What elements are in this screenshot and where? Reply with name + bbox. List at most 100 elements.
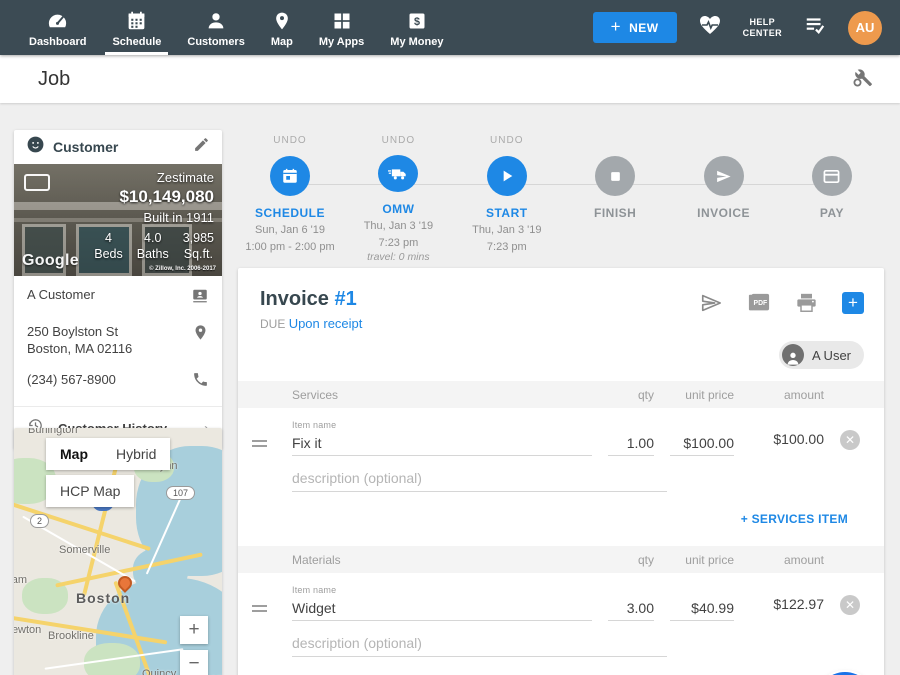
material-description-row — [238, 621, 884, 657]
customer-phone: (234) 567-8900 — [27, 371, 116, 388]
step-omw: UNDO OMW Thu, Jan 3 '19 7:23 pm travel: … — [346, 135, 450, 263]
customer-address: 250 Boylston St Boston, MA 02116 — [27, 323, 132, 357]
top-navbar: Dashboard Schedule Customers Map My Apps — [0, 0, 900, 55]
apps-grid-icon — [332, 9, 352, 33]
nav-item-dashboard[interactable]: Dashboard — [16, 0, 99, 55]
sqft-value: 3,985 — [183, 230, 214, 246]
qty-column-header: qty — [608, 553, 654, 567]
service-item-row: Item name Fix it 1.00 $100.00 $100.00 ✕ — [238, 420, 884, 456]
material-qty-field[interactable]: 3.00 — [608, 595, 654, 621]
service-qty-field[interactable]: 1.00 — [608, 430, 654, 456]
material-unit-price-field[interactable]: $40.99 — [670, 595, 734, 621]
health-heart-icon[interactable] — [697, 13, 723, 42]
dashboard-icon — [46, 9, 69, 33]
nav-item-map[interactable]: Map — [258, 0, 306, 55]
nav-item-label: Schedule — [112, 36, 161, 48]
assignee-row: A User — [238, 331, 884, 369]
map-zoom-in-button[interactable]: + — [180, 616, 208, 644]
phone-icon[interactable] — [192, 371, 209, 393]
credit-card-icon — [823, 169, 840, 184]
help-center-link[interactable]: HELP CENTER — [743, 17, 782, 39]
schedule-icon — [126, 9, 147, 33]
pdf-icon[interactable]: PDF — [747, 292, 771, 319]
route-107-badge: 107 — [166, 486, 195, 500]
send-invoice-icon[interactable] — [699, 292, 723, 319]
customer-name-row: A Customer — [14, 276, 222, 313]
step-label: PAY — [820, 206, 844, 220]
help-center-line1: HELP — [743, 17, 782, 28]
step-start: UNDO START Thu, Jan 3 '19 7:23 pm — [455, 135, 559, 263]
street-view-icon[interactable] — [24, 174, 50, 191]
play-icon — [499, 168, 515, 184]
invoice-title-block: Invoice #1 DUE Upon receipt — [260, 288, 362, 331]
invoice-header: Invoice #1 DUE Upon receipt PDF + — [238, 268, 884, 331]
add-invoice-button[interactable]: + — [842, 292, 864, 314]
material-description-input[interactable] — [292, 631, 667, 657]
material-item-name-field[interactable]: Widget — [292, 595, 592, 621]
stat-sqft: 3,985 Sq.ft. — [183, 230, 214, 262]
zillow-copyright: © Zillow, Inc. 2006-2017 — [149, 266, 216, 272]
job-settings-wrench-icon[interactable] — [850, 65, 874, 94]
map-zoom-out-button[interactable]: − — [180, 650, 208, 675]
drag-handle[interactable] — [252, 605, 276, 621]
service-item-name-field[interactable]: Fix it — [292, 430, 592, 456]
zestimate-photo: Zestimate $10,149,080 Built in 1911 4 Be… — [14, 164, 222, 276]
new-button[interactable]: + NEW — [593, 12, 677, 43]
service-description-input[interactable] — [292, 466, 667, 492]
stat-beds: 4 Beds — [94, 230, 123, 262]
nav-item-label: My Money — [390, 36, 443, 48]
service-unit-price-field[interactable]: $100.00 — [670, 430, 734, 456]
customers-icon — [205, 9, 227, 33]
invoice-title-text: Invoice — [260, 288, 329, 310]
due-label: DUE — [260, 317, 285, 331]
assignee-chip[interactable]: A User — [779, 341, 864, 369]
location-pin-icon[interactable] — [192, 323, 209, 347]
pay-step-button[interactable] — [812, 156, 852, 196]
item-name-label: Item name — [292, 585, 592, 595]
nav-item-label: Map — [271, 36, 293, 48]
nav-item-label: Customers — [187, 36, 244, 48]
step-label: INVOICE — [697, 206, 750, 220]
remove-item-button[interactable]: ✕ — [840, 595, 860, 615]
map-type-map-button[interactable]: Map — [46, 438, 102, 470]
contact-card-icon[interactable] — [191, 286, 209, 309]
step-label: FINISH — [594, 206, 636, 220]
print-icon[interactable] — [795, 292, 818, 319]
undo-start-button[interactable]: UNDO — [490, 135, 523, 147]
finish-step-button[interactable] — [595, 156, 635, 196]
customer-card-header: Customer — [14, 130, 222, 164]
job-workflow-steps: UNDO SCHEDULE Sun, Jan 6 '19 1:00 pm - 2… — [238, 135, 884, 263]
omw-step-button[interactable] — [378, 155, 418, 192]
beds-label: Beds — [94, 246, 123, 262]
map-type-hybrid-button[interactable]: Hybrid — [102, 438, 170, 470]
nav-item-schedule[interactable]: Schedule — [99, 0, 174, 55]
step-label: SCHEDULE — [255, 206, 325, 220]
due-terms-link[interactable]: Upon receipt — [289, 316, 363, 331]
invoice-number[interactable]: #1 — [334, 288, 356, 310]
user-avatar[interactable]: AU — [848, 11, 882, 45]
nav-item-customers[interactable]: Customers — [174, 0, 257, 55]
nav-item-my-money[interactable]: $ My Money — [377, 0, 456, 55]
schedule-step-button[interactable] — [270, 156, 310, 196]
invoice-step-button[interactable] — [704, 156, 744, 196]
add-services-item-button[interactable]: + SERVICES ITEM — [741, 512, 848, 526]
map-town-brookline: Brookline — [48, 630, 94, 642]
water-area — [133, 548, 188, 593]
task-list-icon[interactable] — [802, 14, 828, 41]
nav-items: Dashboard Schedule Customers Map My Apps — [0, 0, 456, 55]
hcp-map-button[interactable]: HCP Map — [46, 475, 134, 507]
invoice-card: Invoice #1 DUE Upon receipt PDF + — [238, 268, 884, 675]
assignee-avatar-icon — [782, 344, 804, 366]
nav-item-my-apps[interactable]: My Apps — [306, 0, 377, 55]
step-label: OMW — [382, 202, 414, 216]
undo-omw-button[interactable]: UNDO — [382, 135, 415, 146]
step-pay: PAY — [780, 135, 884, 263]
edit-pencil-icon[interactable] — [193, 136, 210, 158]
step-time: 7:23 pm — [379, 236, 419, 250]
nav-item-label: My Apps — [319, 36, 364, 48]
remove-item-button[interactable]: ✕ — [840, 430, 860, 450]
undo-schedule-button[interactable]: UNDO — [273, 135, 306, 147]
drag-handle[interactable] — [252, 440, 276, 456]
start-step-button[interactable] — [487, 156, 527, 196]
assignee-name: A User — [812, 348, 851, 363]
